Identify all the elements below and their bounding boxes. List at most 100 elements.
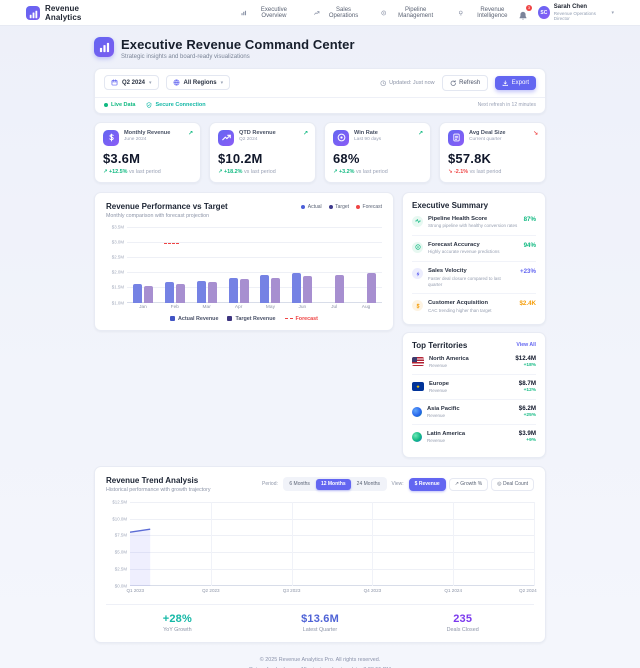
actual-revenue-bar[interactable] <box>292 273 301 302</box>
territory-row-apac[interactable]: Asia PacificRevenue$6.2M+25% <box>412 400 536 425</box>
top-territories-header: Top Territories View All <box>412 341 536 350</box>
bar-group-may <box>255 227 287 303</box>
notification-badge: 3 <box>526 5 532 11</box>
summary-item-title: Forecast Accuracy <box>428 242 500 248</box>
nav-item-revenue-intelligence[interactable]: Revenue Intelligence <box>458 7 518 19</box>
summary-item-title: Sales Velocity <box>428 268 515 274</box>
trend-stat-label: YoY Growth <box>106 627 249 633</box>
target-revenue-bar[interactable] <box>176 284 185 303</box>
toolbar-row: Q2 2024 ▾ All Regions ▾ Updated: Just no… <box>95 69 545 97</box>
summary-item-desc: Faster deal closure compared to last qua… <box>428 276 515 288</box>
actual-revenue-bar[interactable] <box>133 284 142 302</box>
trend-up-glyph <box>222 133 231 142</box>
kpi-delta-value: ↗ +12.5% <box>103 169 129 175</box>
bar-group-jul <box>318 227 350 303</box>
page-footer: © 2025 Revenue Analytics Pro. All rights… <box>94 656 546 668</box>
actual-revenue-bar[interactable] <box>260 275 269 302</box>
kpi-trend-arrow-icon: ↗ <box>303 130 308 137</box>
territory-sublabel: Revenue <box>427 413 460 418</box>
performance-chart-card: Revenue Performance vs Target Monthly co… <box>94 192 394 331</box>
target-glyph <box>337 133 346 142</box>
nav-item-pipeline-management[interactable]: Pipeline Management <box>381 7 443 19</box>
legend-dot-icon <box>356 205 360 209</box>
nav-item-executive-overview[interactable]: Executive Overview <box>241 7 298 19</box>
target-revenue-bar[interactable] <box>335 275 344 303</box>
territory-row-latam[interactable]: Latin AmericaRevenue$3.9M+9% <box>412 425 536 449</box>
view-button-revenue[interactable]: $ Revenue <box>409 478 446 491</box>
nav-item-label: Sales Operations <box>323 7 365 19</box>
globe-icon <box>173 79 180 86</box>
summary-item-value: +23% <box>520 268 536 275</box>
kpi-value: $57.8K <box>448 151 537 166</box>
view-label: View: <box>392 481 404 487</box>
view-button-dealcount[interactable]: ◎ Deal Count <box>491 478 534 491</box>
kpi-card-monthly-revenue[interactable]: Monthly RevenueJune 2024↗$3.6M↗ +12.5% v… <box>94 122 201 183</box>
kpi-card-qtd-revenue[interactable]: QTD RevenueQ2 2024↗$10.2M↗ +18.2% vs las… <box>209 122 316 183</box>
trend-stat-label: Latest Quarter <box>249 627 392 633</box>
export-button[interactable]: Export <box>495 76 536 90</box>
kpi-top: Avg Deal SizeCurrent quarter <box>448 130 537 146</box>
territory-delta: +9% <box>519 438 536 443</box>
user-name: Sarah Chen <box>554 4 608 11</box>
nav-item-sales-operations[interactable]: Sales Operations <box>314 7 365 19</box>
kpi-trend-arrow-icon: ↘ <box>533 130 538 137</box>
performance-chart-titles: Revenue Performance vs Target Monthly co… <box>106 202 228 219</box>
territory-delta: +12% <box>519 388 536 393</box>
x-axis-tick-label: Q4 2023 <box>364 588 382 593</box>
region-select-value: All Regions <box>184 80 217 86</box>
trend-up-icon <box>314 10 319 16</box>
legend-item-forecast[interactable]: Forecast <box>356 204 382 210</box>
target-revenue-bar[interactable] <box>367 273 376 302</box>
status-row: Live Data Secure Connection Next refresh… <box>95 97 545 113</box>
chevron-down-icon: ▾ <box>149 80 152 86</box>
actual-revenue-bar[interactable] <box>229 278 238 303</box>
target-revenue-bar[interactable] <box>240 279 249 302</box>
x-axis-tick-label: Q2 2024 <box>519 588 537 593</box>
header-right: 3 SC Sarah Chen Revenue Operations Direc… <box>518 4 614 21</box>
summary-item-pipeline-health-score: Pipeline Health ScoreStrong pipeline wit… <box>412 210 536 236</box>
target-revenue-bar[interactable] <box>271 278 280 303</box>
summary-item-text: Forecast AccuracyHighly accurate revenue… <box>428 242 500 255</box>
kpi-delta-value: ↗ +18.2% <box>218 169 244 175</box>
refresh-icon <box>450 80 457 87</box>
refresh-button[interactable]: Refresh <box>442 75 489 91</box>
view-all-link[interactable]: View All <box>516 342 536 348</box>
target-revenue-bar[interactable] <box>144 286 153 303</box>
period-select[interactable]: Q2 2024 ▾ <box>104 75 159 90</box>
actual-revenue-bar[interactable] <box>165 282 174 302</box>
summary-item-sales-velocity: Sales Velocity Faster deal closure compar… <box>412 262 536 294</box>
territory-row-us[interactable]: North AmericaRevenue$12.4M+18% <box>412 350 536 375</box>
legend-item-actual[interactable]: Actual <box>301 204 321 210</box>
kpi-card-avg-deal-size[interactable]: Avg Deal SizeCurrent quarter↘ $57.8K ↘ -2.… <box>439 122 546 183</box>
chart-legend-item-actual-revenue[interactable]: Actual Revenue <box>170 316 218 322</box>
notifications-bell-icon[interactable]: 3 <box>518 8 528 18</box>
territory-values: $8.7M+12% <box>519 380 536 393</box>
territory-row-eu[interactable]: ★EuropeRevenue$8.7M+12% <box>412 375 536 400</box>
user-info: Sarah Chen Revenue Operations Director <box>554 4 608 21</box>
period-button-12-months[interactable]: 12 Months <box>316 479 351 490</box>
y-axis-tick-label: $1.5M <box>112 285 124 290</box>
bar-chart-icon <box>99 42 110 53</box>
kpi-card-win-rate[interactable]: Win RateLast 90 days↗68%↗ +3.2% vs last … <box>324 122 431 183</box>
view-button-growth%[interactable]: ↗ Growth % <box>449 478 489 491</box>
performance-plot-wrap: $3.5M$3.0M$2.5M$2.0M$1.5M$1.0M JanFebMar… <box>106 227 382 322</box>
target-revenue-bar[interactable] <box>303 276 312 302</box>
period-button-24-months[interactable]: 24 Months <box>352 479 385 490</box>
brand: Revenue Analytics <box>26 4 111 22</box>
kpi-label: Monthly Revenue <box>124 130 170 136</box>
region-select[interactable]: All Regions ▾ <box>166 75 231 90</box>
legend-item-target[interactable]: Target <box>329 204 349 210</box>
chart-legend-item-forecast[interactable]: Forecast <box>285 316 318 322</box>
user-menu[interactable]: SC Sarah Chen Revenue Operations Directo… <box>538 4 614 21</box>
target-revenue-bar[interactable] <box>208 282 217 302</box>
kpi-labels: Monthly RevenueJune 2024 <box>124 130 170 142</box>
bar-group-aug <box>350 227 382 303</box>
forecast-annotation <box>164 243 179 244</box>
insight-icon <box>458 10 463 16</box>
chart-legend-item-target-revenue[interactable]: Target Revenue <box>227 316 275 322</box>
clock-icon <box>380 80 387 87</box>
period-button-6-months[interactable]: 6 Months <box>284 479 315 490</box>
actual-revenue-bar[interactable] <box>197 281 206 303</box>
territory-name: North America <box>429 356 469 362</box>
kpi-delta-value: ↘ -2.1% <box>448 169 470 175</box>
